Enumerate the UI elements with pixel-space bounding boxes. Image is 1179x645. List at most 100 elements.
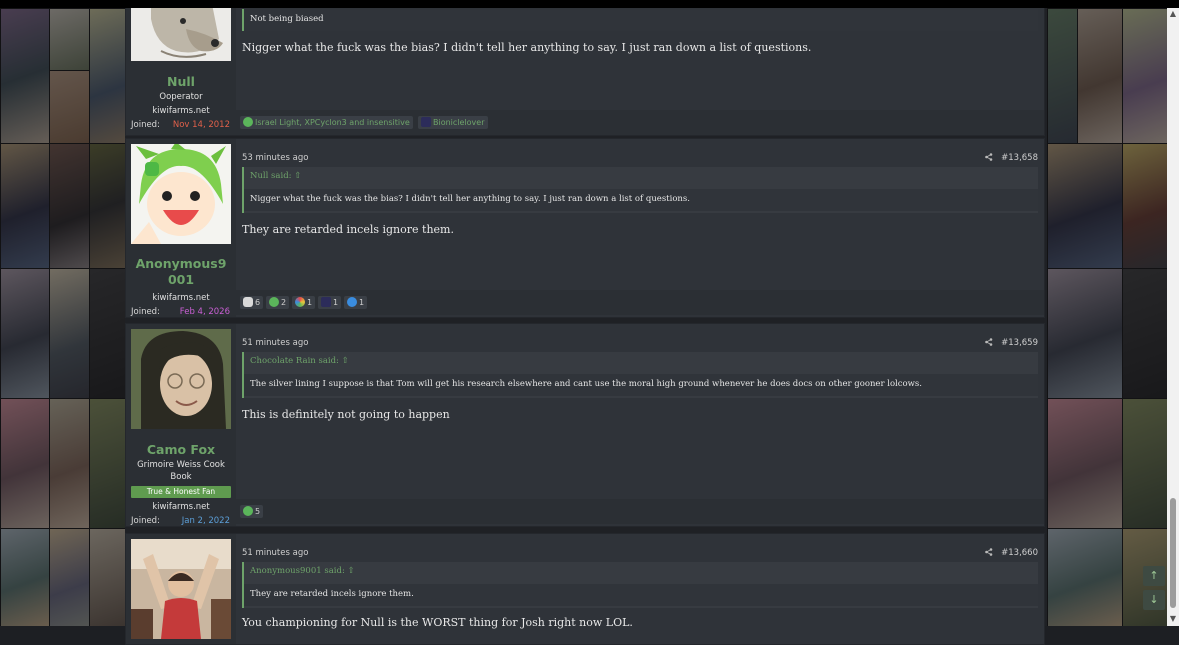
- username[interactable]: Camo Fox: [126, 442, 236, 458]
- joined-label: Joined:: [131, 307, 160, 317]
- cloud-icon: [347, 297, 357, 307]
- reaction-count: 5: [255, 507, 261, 516]
- post-time[interactable]: 53 minutes ago: [242, 153, 308, 163]
- joined-label: Joined:: [131, 516, 160, 526]
- reaction-bar: 6 2 1 1 1: [236, 290, 1044, 315]
- post-number[interactable]: #13,659: [985, 338, 1038, 348]
- post-time[interactable]: 51 minutes ago: [242, 548, 308, 558]
- quote-author-text: Null said:: [250, 171, 292, 181]
- reaction-count: 1: [359, 298, 365, 307]
- quote-author-text: Anonymous9001 said:: [250, 566, 345, 576]
- username-text: Anonymous9001: [135, 256, 227, 287]
- hat-icon: [321, 297, 331, 307]
- username[interactable]: Null: [126, 74, 236, 90]
- arrow-down-icon: ↓: [1149, 593, 1159, 606]
- reaction-summary-2[interactable]: Bioniclelover: [418, 116, 488, 129]
- user-site: kiwifarms.net: [152, 502, 210, 512]
- reaction-hand[interactable]: 6: [240, 296, 264, 309]
- avatar[interactable]: [131, 539, 231, 639]
- check-icon: [243, 506, 253, 516]
- joined-date: Nov 14, 2012: [172, 120, 230, 130]
- quote-body: They are retarded incels ignore them.: [244, 584, 1038, 606]
- share-icon[interactable]: [985, 153, 993, 161]
- page-scrollbar[interactable]: ▲ ▼: [1167, 8, 1179, 626]
- user-badge: True & Honest Fan: [131, 486, 231, 498]
- user-pane: Anonymous9001 kiwifarms.net Joined: Feb …: [126, 139, 236, 317]
- thread-column: Null Ooperator kiwifarms.net Joined: Nov…: [125, 0, 1047, 645]
- joined-date: Jan 2, 2022: [181, 516, 230, 526]
- post-13659: Camo Fox Grimoire Weiss Cook Book True &…: [125, 323, 1045, 527]
- quote-jump-icon[interactable]: ⇧: [294, 171, 301, 181]
- user-site: kiwifarms.net: [152, 106, 210, 116]
- user-pane: [126, 534, 236, 644]
- avatar[interactable]: [131, 144, 231, 244]
- window-top-bar: [0, 0, 1179, 8]
- post-number-text: #13,658: [1001, 153, 1038, 163]
- reaction-summary-text: Israel Light, XPCyclon3 and insensitive: [255, 118, 410, 127]
- post-time[interactable]: 51 minutes ago: [242, 338, 308, 348]
- quote-body: Nigger what the fuck was the bias? I did…: [244, 189, 1038, 211]
- user-title: Grimoire Weiss Cook Book: [126, 459, 236, 483]
- quote-author[interactable]: Anonymous9001 said: ⇧: [250, 566, 355, 576]
- post-13660: 51 minutes ago #13,660 Anonymous9001 sai…: [125, 533, 1045, 645]
- reaction-check[interactable]: 2: [266, 296, 290, 309]
- share-icon[interactable]: [985, 548, 993, 556]
- quote-body: Not being biased: [244, 9, 1038, 31]
- post-null: Null Ooperator kiwifarms.net Joined: Nov…: [125, 0, 1045, 136]
- check-icon: [243, 117, 253, 127]
- reaction-check[interactable]: 5: [240, 505, 264, 518]
- reaction-count: 1: [333, 298, 339, 307]
- reaction-count: 2: [281, 298, 287, 307]
- hat-icon: [421, 117, 431, 127]
- reaction-count: 1: [307, 298, 313, 307]
- post-message: This is definitely not going to happen: [242, 408, 450, 421]
- user-pane: Camo Fox Grimoire Weiss Cook Book True &…: [126, 324, 236, 526]
- reaction-cloud[interactable]: 1: [344, 296, 368, 309]
- user-site: kiwifarms.net: [152, 293, 210, 303]
- rainbow-icon: [295, 297, 305, 307]
- joined-label: Joined:: [131, 120, 160, 130]
- user-pane: Null Ooperator kiwifarms.net Joined: Nov…: [126, 0, 236, 135]
- background-collage-right: [1047, 8, 1179, 626]
- scrollbar-thumb[interactable]: [1170, 498, 1176, 608]
- scroll-down-arrow-icon[interactable]: ▼: [1168, 614, 1178, 624]
- quote-jump-icon[interactable]: ⇧: [348, 566, 355, 576]
- reaction-summary-2-text: Bioniclelover: [433, 118, 485, 127]
- post-13658: Anonymous9001 kiwifarms.net Joined: Feb …: [125, 138, 1045, 318]
- quote-block: Not being biased: [242, 9, 1038, 31]
- reaction-count: 6: [255, 298, 261, 307]
- avatar[interactable]: [131, 0, 231, 61]
- post-number-text: #13,660: [1001, 548, 1038, 558]
- post-message: They are retarded incels ignore them.: [242, 223, 454, 236]
- post-number[interactable]: #13,660: [985, 548, 1038, 558]
- hand-icon: [243, 297, 253, 307]
- quote-block: Chocolate Rain said: ⇧ The silver lining…: [242, 352, 1038, 398]
- reaction-bar: 5: [236, 499, 1044, 524]
- reaction-summary[interactable]: Israel Light, XPCyclon3 and insensitive: [240, 116, 413, 129]
- quote-author[interactable]: Null said: ⇧: [250, 171, 301, 181]
- quote-body: The silver lining I suppose is that Tom …: [244, 374, 1038, 396]
- reaction-hat[interactable]: 1: [318, 296, 342, 309]
- avatar[interactable]: [131, 329, 231, 429]
- reaction-bar: Israel Light, XPCyclon3 and insensitive …: [236, 110, 1044, 135]
- quote-block: Null said: ⇧ Nigger what the fuck was th…: [242, 167, 1038, 213]
- quote-author-text: Chocolate Rain said:: [250, 356, 339, 366]
- quote-jump-icon[interactable]: ⇧: [342, 356, 349, 366]
- post-number-text: #13,659: [1001, 338, 1038, 348]
- scroll-top-button[interactable]: ↑: [1143, 566, 1165, 586]
- reaction-rainbow[interactable]: 1: [292, 296, 316, 309]
- share-icon[interactable]: [985, 338, 993, 346]
- user-title-text: Grimoire Weiss Cook Book: [137, 460, 225, 482]
- joined-date: Feb 4, 2026: [179, 307, 230, 317]
- post-message: You championing for Null is the WORST th…: [242, 616, 633, 629]
- post-message: Nigger what the fuck was the bias? I did…: [242, 41, 812, 54]
- scroll-bottom-button[interactable]: ↓: [1143, 590, 1165, 610]
- background-collage-left: [0, 8, 125, 626]
- user-title: Ooperator: [159, 92, 203, 102]
- username[interactable]: Anonymous9001: [126, 256, 236, 288]
- quote-author[interactable]: Chocolate Rain said: ⇧: [250, 356, 349, 366]
- quote-block: Anonymous9001 said: ⇧ They are retarded …: [242, 562, 1038, 608]
- check-icon: [269, 297, 279, 307]
- scroll-up-arrow-icon[interactable]: ▲: [1168, 9, 1178, 19]
- post-number[interactable]: #13,658: [985, 153, 1038, 163]
